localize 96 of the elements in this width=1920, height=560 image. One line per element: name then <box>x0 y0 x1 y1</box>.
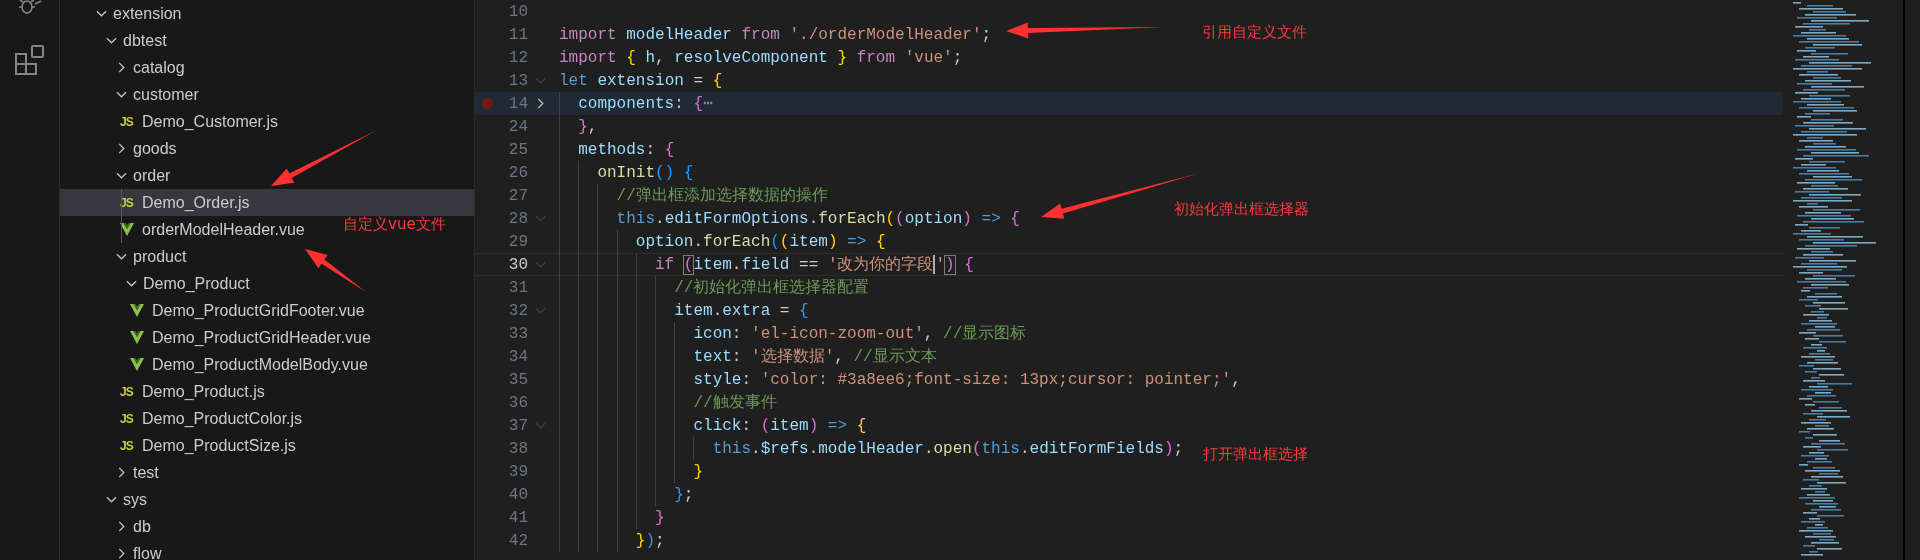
vue-file-icon <box>130 358 144 371</box>
js-file-icon: JS <box>120 112 134 131</box>
tree-item[interactable]: Demo_ProductGridFooter.vue <box>60 297 373 324</box>
arrow <box>305 249 366 292</box>
tree-item[interactable]: order <box>60 162 179 189</box>
code-line: } <box>693 461 704 483</box>
tree-item[interactable]: Demo_Product <box>60 270 258 297</box>
code-line: icon: 'el-icon-zoom-out', //显示图标 <box>693 323 1027 345</box>
chevron-down-icon[interactable] <box>106 494 117 505</box>
code-line: import modelHeader from './orderModelHeader'; <box>559 24 992 46</box>
vue-file-icon <box>130 304 144 317</box>
vue-file-icon <box>120 223 134 236</box>
chevron-down-icon[interactable] <box>96 8 107 19</box>
line-number: 27 <box>507 185 528 207</box>
chevron-down-icon[interactable] <box>116 170 127 181</box>
tree-item[interactable]: catalog <box>60 54 193 81</box>
annotation-text: 引用自定义文件 <box>1202 23 1307 41</box>
code-line: import { h, resolveComponent } from 'vue'; <box>559 47 963 69</box>
tree-item[interactable]: JS Demo_ProductSize.js <box>60 432 304 459</box>
annotation-text: 初始化弹出框选择器 <box>1174 200 1309 218</box>
tree-item[interactable]: test <box>60 459 167 486</box>
line-number: 11 <box>507 24 528 46</box>
code-line: click: (item) => { <box>693 415 867 437</box>
line-number: 40 <box>507 484 528 506</box>
tree-item[interactable]: sys <box>60 486 155 513</box>
tree-item[interactable]: JS Demo_ProductColor.js <box>60 405 311 432</box>
tree-item[interactable]: dbtest <box>60 27 175 54</box>
chevron-down-icon[interactable] <box>126 278 137 289</box>
js-file-icon: JS <box>120 409 134 428</box>
tree-item[interactable]: JS Demo_Customer.js <box>60 108 287 135</box>
js-file-icon: JS <box>120 436 134 455</box>
chevron-down-icon[interactable] <box>106 35 117 46</box>
chevron-right-icon[interactable] <box>116 521 127 532</box>
line-number: 24 <box>507 116 528 138</box>
tree-item[interactable]: JS Demo_Product.js <box>60 378 273 405</box>
code-line: //触发事件 <box>693 392 777 414</box>
tree-item[interactable]: flow <box>60 540 170 560</box>
line-number: 25 <box>507 139 528 161</box>
line-number: 41 <box>507 507 528 529</box>
annotation-text: 打开弹出框选择 <box>1203 445 1308 463</box>
chevron-right-icon[interactable] <box>116 62 127 73</box>
line-number: 39 <box>507 461 528 483</box>
code-line: style: 'color: #3a8ee6;font-size: 13px;cursor: pointer;', <box>693 369 1241 391</box>
line-number: 30 <box>507 254 528 276</box>
code-line: } <box>655 507 665 529</box>
code-line: }, <box>578 116 598 138</box>
tree-item[interactable]: product <box>60 243 195 270</box>
code-line: }); <box>635 530 665 552</box>
code-line: //弹出框添加选择数据的操作 <box>616 185 828 207</box>
line-number: 10 <box>507 1 528 23</box>
chevron-down-icon[interactable] <box>116 89 127 100</box>
chevron-right-icon[interactable] <box>116 143 127 154</box>
line-number: 37 <box>507 415 528 437</box>
code-line: this.$refs.modelHeader.open(this.editFormFields); <box>712 438 1184 460</box>
tree-item[interactable]: Demo_ProductModelBody.vue <box>60 351 376 378</box>
breakpoint-dot[interactable] <box>482 98 493 109</box>
debug-bug-icon[interactable] <box>16 0 43 16</box>
line-number: 34 <box>507 346 528 368</box>
line-number: 29 <box>507 231 528 253</box>
chevron-down-icon[interactable] <box>116 251 127 262</box>
annotation-text: 自定义vue文件 <box>343 215 446 233</box>
line-number: 36 <box>507 392 528 414</box>
tree-item[interactable]: orderModelHeader.vue <box>60 216 313 243</box>
tree-item[interactable]: goods <box>60 135 185 162</box>
line-number: 35 <box>507 369 528 391</box>
fold-chevron-icon[interactable] <box>535 98 546 109</box>
js-file-icon: JS <box>120 382 134 401</box>
tree-item[interactable]: customer <box>60 81 207 108</box>
code-line: option.forEach((item) => { <box>635 231 886 253</box>
vue-file-icon <box>130 331 144 344</box>
line-number: 42 <box>507 530 528 552</box>
line-number: 14 <box>507 93 528 115</box>
tree-item[interactable]: Demo_ProductGridHeader.vue <box>60 324 379 351</box>
line-number: 31 <box>507 277 528 299</box>
line-number: 32 <box>507 300 528 322</box>
line-number: 38 <box>507 438 528 460</box>
code-line: let extension = { <box>559 70 723 92</box>
code-line: components: {⋯ <box>578 93 713 115</box>
line-number: 28 <box>507 208 528 230</box>
line-number: 12 <box>507 47 528 69</box>
tree-item[interactable]: db <box>60 513 159 540</box>
code-line: if (item.field == '改为你的字段') { <box>655 253 974 276</box>
chevron-right-icon[interactable] <box>116 548 127 559</box>
line-number: 13 <box>507 70 528 92</box>
code-line: text: '选择数据', //显示文本 <box>693 346 937 368</box>
line-number: 26 <box>507 162 528 184</box>
code-line: item.extra = { <box>674 300 809 322</box>
code-line: this.editFormOptions.forEach((option) => { <box>616 208 1020 230</box>
chevron-right-icon[interactable] <box>116 467 127 478</box>
extensions-icon[interactable] <box>13 44 46 76</box>
code-line: onInit() { <box>597 162 694 184</box>
code-line: //初始化弹出框选择器配置 <box>674 277 870 299</box>
tree-item[interactable]: extension <box>60 0 190 27</box>
code-line: }; <box>674 484 694 506</box>
code-line: methods: { <box>578 139 675 161</box>
line-number: 33 <box>507 323 528 345</box>
